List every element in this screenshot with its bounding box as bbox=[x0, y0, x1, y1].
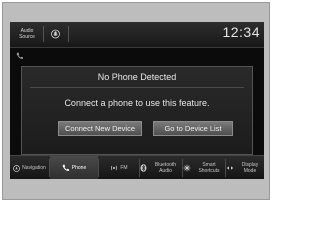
nav-label: Phone bbox=[71, 165, 87, 171]
status-divider bbox=[43, 26, 44, 42]
bottom-nav-bar: Navigation Phone FM Bluetooth Audio Smar… bbox=[10, 155, 264, 179]
nav-item-smart-shortcuts[interactable]: Smart Shortcuts bbox=[183, 156, 225, 179]
go-to-device-list-button[interactable]: Go to Device List bbox=[153, 121, 233, 136]
radio-icon bbox=[111, 165, 118, 171]
nav-label: FM bbox=[120, 165, 128, 171]
nav-item-phone[interactable]: Phone bbox=[50, 156, 98, 179]
phone-icon bbox=[62, 164, 69, 171]
clock: 12:34 bbox=[222, 24, 260, 40]
nav-label: Smart Shortcuts bbox=[198, 162, 220, 174]
nav-item-bluetooth-audio[interactable]: Bluetooth Audio bbox=[140, 156, 182, 179]
nav-item-display-mode[interactable]: Display Mode bbox=[226, 156, 264, 179]
nav-item-navigation[interactable]: Navigation bbox=[10, 156, 49, 179]
connect-new-device-button[interactable]: Connect New Device bbox=[58, 121, 142, 136]
phone-icon bbox=[16, 52, 23, 59]
dialog-message: Connect a phone to use this feature. bbox=[64, 98, 210, 108]
infotainment-screen: Audio Source 12:34 No Phone Detected Con… bbox=[10, 22, 264, 179]
voice-command-icon[interactable] bbox=[51, 29, 60, 39]
status-divider bbox=[68, 26, 69, 42]
dialog-divider bbox=[30, 87, 244, 88]
dialog-title: No Phone Detected bbox=[97, 72, 177, 82]
no-phone-dialog: No Phone Detected Connect a phone to use… bbox=[21, 66, 253, 155]
navigation-icon bbox=[13, 164, 21, 172]
bluetooth-icon bbox=[140, 164, 147, 172]
display-mode-icon bbox=[226, 166, 234, 170]
status-bar: Audio Source 12:34 bbox=[10, 22, 264, 48]
nav-label: Navigation bbox=[22, 165, 46, 171]
nav-item-fm[interactable]: FM bbox=[99, 156, 139, 179]
nav-label: Bluetooth Audio bbox=[154, 162, 177, 174]
audio-source-label: Audio Source bbox=[19, 27, 35, 40]
nav-label: Display Mode bbox=[241, 162, 259, 174]
audio-source-button[interactable]: Audio Source bbox=[13, 25, 41, 42]
smart-shortcuts-icon bbox=[183, 164, 191, 172]
